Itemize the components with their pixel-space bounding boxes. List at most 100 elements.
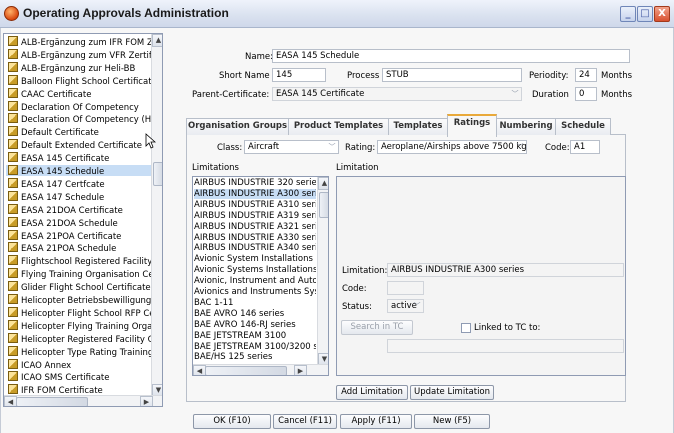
scroll-thumb[interactable] [153,162,162,186]
scroll-right-icon[interactable]: ▶ [294,365,307,375]
limitations-list[interactable]: AIRBUS INDUSTRIE 320 series AIRBUS INDUST… [192,176,329,376]
limitation-detail-field[interactable]: AIRBUS INDUSTRIE A300 series [387,263,624,277]
limitation-list-item[interactable]: BAE AVRO 146 series [194,309,316,319]
limitation-list-item[interactable]: BAE JETSTREAM 3100/3200 se [194,342,316,352]
certificate-list-item[interactable]: Flying Training Organisation Certi [6,268,156,279]
certificate-icon [8,177,18,188]
certificate-list-item[interactable]: EASA 21POA Certificate [6,229,156,241]
certificate-icon [8,332,18,343]
certificate-list-item[interactable]: Helicopter Registered Facility Cer [6,332,156,344]
certificate-list-item[interactable]: Default Extended Certificate [6,139,156,150]
linked-to-tc-field[interactable] [387,339,624,353]
maximize-button[interactable]: □ [637,6,653,22]
certificate-list-item[interactable]: Helicopter Flying Training Organis [6,319,156,331]
linked-to-tc-checkbox[interactable] [461,323,471,333]
parent-certificate-combo[interactable]: EASA 145 Certificate ﹀ [272,87,522,101]
duration-field[interactable]: 0 [575,87,597,101]
certificate-list-item[interactable]: Default Certificate [6,126,156,137]
certificate-label: Flightschool Registered Facility Ce [21,257,156,267]
tab-organisation-groups[interactable]: Organisation Groups [186,118,289,135]
certificate-list-item[interactable]: Helicopter Betriebsbewilligung [6,294,156,305]
certificate-list-item[interactable]: ALB-Ergänzung zum IFR FOM Zer [6,36,156,47]
certificate-icon [8,268,18,279]
limitations-vscrollbar[interactable]: ▲ ▼ [317,177,328,366]
update-limitation-button[interactable]: Update Limitation [410,385,494,400]
limitation-list-item[interactable]: Avionic, Instrument and Autopi [194,276,316,286]
class-combo[interactable]: Aircraft ﹀ [244,140,339,154]
certificate-list-item[interactable]: Glider Flight School Certificate [6,281,156,292]
certificate-list-item[interactable]: Flightschool Registered Facility Ce [6,255,156,266]
certificate-list-item[interactable]: EASA 147 Schedule [6,190,156,202]
close-button[interactable]: X [654,6,670,22]
certificate-label: EASA 21DOA Schedule [21,218,118,228]
certificate-list-hscrollbar[interactable]: ◀ ▶ [4,395,162,406]
certificate-list-item[interactable]: EASA 145 Certificate [6,152,156,163]
hscroll-thumb[interactable] [16,397,88,406]
certificate-list-item[interactable]: ICAO Annex [6,358,156,370]
limitation-list-item[interactable]: BAE AVRO 146-RJ series [194,320,316,330]
certificate-list-item[interactable]: Helicopter Type Rating Training C [6,345,156,357]
code-field[interactable]: A1 [570,140,600,154]
tab-ratings[interactable]: Ratings [447,114,497,137]
chevron-down-icon: ﹀ [511,90,519,98]
certificate-label: Helicopter Flying Training Organis [21,321,156,331]
limitation-list-item[interactable]: AIRBUS INDUSTRIE 320 series [194,178,316,188]
periodity-field[interactable]: 24 [575,68,597,82]
apply-button[interactable]: Apply (F11) [340,414,412,429]
limitation-list-item[interactable]: Avionic Systems Installations [194,265,316,275]
limitation-list-item[interactable]: AIRBUS INDUSTRIE A319 serie [194,211,316,221]
certificate-list-item[interactable]: EASA 21POA Schedule [6,242,156,253]
status-combo[interactable]: active ﹀ [387,299,424,313]
limitation-list-item[interactable]: AIRBUS INDUSTRIE A330 serie [194,233,316,243]
scroll-up-icon[interactable]: ▲ [318,177,328,190]
limitation-list-item[interactable]: AIRBUS INDUSTRIE A300 serie [194,188,316,199]
certificate-list-vscrollbar[interactable]: ▲ ▼ [151,34,162,397]
search-in-tc-button[interactable]: Search in TC [341,320,413,335]
limitation-list-item[interactable]: Avionics and Instruments Syste [194,287,316,297]
certificate-list-item[interactable]: Declaration Of Competency (Heli) [6,113,156,124]
add-limitation-button[interactable]: Add Limitation [336,385,408,400]
certificate-list-item[interactable]: Balloon Flight School Certificate [6,74,156,86]
scroll-up-icon[interactable]: ▲ [152,34,162,47]
limitation-list-item[interactable]: AIRBUS INDUSTRIE A310 serie [194,200,316,210]
limitation-list-item[interactable]: Avionic System Installations [194,254,316,264]
certificate-list-item[interactable]: EASA 21DOA Certificate [6,203,156,215]
certificate-list-item[interactable]: ICAO SMS Certificate [6,371,156,382]
name-field[interactable]: EASA 145 Schedule [272,49,630,63]
rating-combo[interactable]: Aeroplane/Airships above 7500 kg ﹀ [377,140,527,154]
certificate-list-item[interactable]: EASA 145 Schedule [6,165,156,176]
certificate-list-item[interactable]: ALB-Ergänzung zur Heli-BB [6,61,156,73]
limitation-list-item[interactable]: BAC 1-11 [194,298,316,308]
scroll-right-icon[interactable]: ▶ [140,396,153,406]
short-name-field[interactable]: 145 [272,68,326,82]
certificate-list-item[interactable]: ALB-Ergänzung zum VFR Zertifika [6,48,156,60]
certificate-list-item[interactable]: Helicopter Flight School RFP Certi [6,306,156,318]
periodity-unit: Months [601,71,633,81]
certificate-list-item[interactable]: Declaration Of Competency [6,100,156,112]
scroll-thumb[interactable] [319,192,328,218]
class-label: Class: [217,143,243,153]
limitation-list-item[interactable]: BAE/HS 125 series [194,352,316,362]
new-button[interactable]: New (F5) [414,414,490,429]
limitation-code-field[interactable] [387,281,424,295]
certificate-list-item[interactable]: EASA 147 Certfcate [6,177,156,189]
cancel-button[interactable]: Cancel (F11) [273,414,337,429]
certificate-list-item[interactable]: CAAC Certificate [6,87,156,99]
tab-product-templates[interactable]: Product Templates [288,118,389,135]
tab-schedule[interactable]: Schedule [555,118,611,135]
tab-numbering[interactable]: Numbering [496,118,556,135]
certificate-list-item[interactable]: IFR FOM Certificate [6,384,156,395]
certificate-icon [8,165,18,175]
limitation-list-item[interactable]: BAE JETSTREAM 3100 [194,331,316,341]
certificate-list-item[interactable]: EASA 21DOA Schedule [6,216,156,228]
minimize-button[interactable]: _ [620,6,636,22]
tab-templates[interactable]: Templates [388,118,448,135]
limitations-hscrollbar[interactable]: ◀ ▶ [193,364,328,375]
certificate-label: Default Extended Certificate [21,141,142,151]
ok-button[interactable]: OK (F10) [193,414,271,429]
certificate-list[interactable]: ALB-Ergänzung zum IFR FOM Zer ALB-Ergänzu… [3,33,163,407]
process-field[interactable]: STUB [382,68,522,82]
limitation-list-item[interactable]: AIRBUS INDUSTRIE A321 serie [194,222,316,232]
hscroll-thumb[interactable] [205,366,287,375]
limitation-list-item[interactable]: AIRBUS INDUSTRIE A340 serie [194,243,316,253]
